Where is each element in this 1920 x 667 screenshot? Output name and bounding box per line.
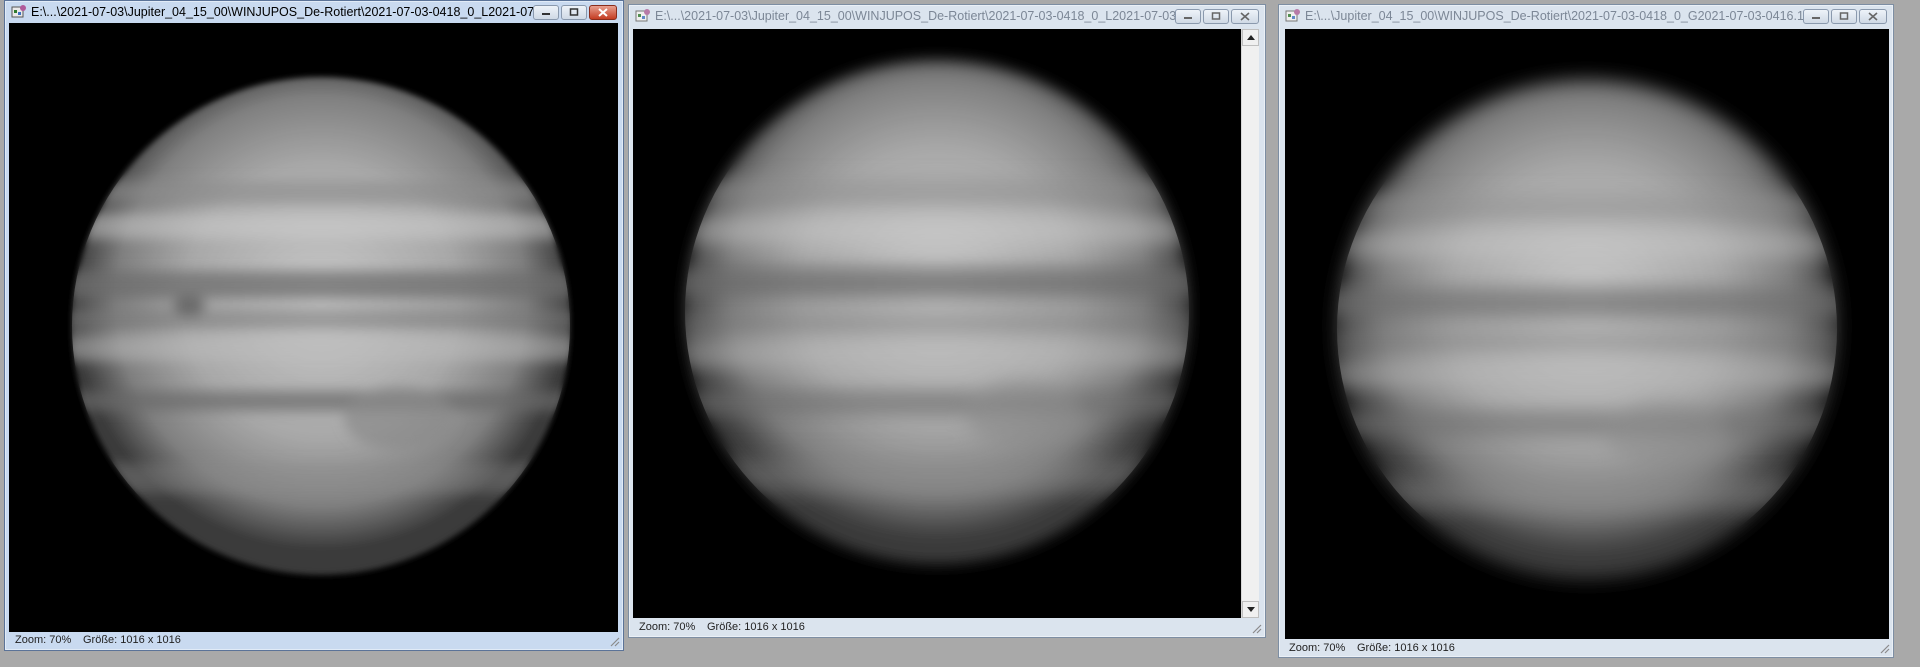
close-icon [1240,11,1250,21]
image-canvas[interactable] [1285,29,1889,639]
status-bar: Zoom: 70% Größe: 1016 x 1016 [5,631,623,649]
close-icon [598,7,608,17]
scroll-down-arrow-icon [1246,607,1255,612]
image-viewer-icon [1285,9,1300,22]
resize-grip-icon[interactable] [1880,644,1890,654]
scroll-down-button[interactable] [1242,601,1259,618]
maximize-button[interactable] [1203,8,1229,24]
maximize-icon [1839,12,1849,20]
zoom-level: Zoom: 70% [15,634,72,646]
image-size: Größe: 1016 x 1016 [707,621,805,633]
maximize-button[interactable] [1831,8,1857,24]
scroll-up-button[interactable] [1242,29,1259,46]
minimize-icon [542,13,550,15]
jupiter-image [685,60,1189,564]
window-title: E:\...\2021-07-03\Jupiter_04_15_00\WINJU… [655,9,1175,23]
status-bar: Zoom: 70% Größe: 1016 x 1016 [629,618,1265,636]
minimize-icon [1812,17,1820,19]
maximize-icon [1211,12,1221,20]
image-viewer-icon [11,5,26,18]
vertical-scrollbar[interactable] [1241,29,1259,618]
close-button[interactable] [1859,8,1887,24]
jupiter-image [1337,79,1837,579]
title-bar[interactable]: E:\...\2021-07-03\Jupiter_04_15_00\WINJU… [629,5,1265,27]
maximize-button[interactable] [561,4,587,20]
title-bar[interactable]: E:\...\Jupiter_04_15_00\WINJUPOS_De-Roti… [1279,5,1893,27]
close-icon [1868,11,1878,21]
minimize-button[interactable] [1803,8,1829,24]
maximize-icon [569,8,579,16]
window-title: E:\...\Jupiter_04_15_00\WINJUPOS_De-Roti… [1305,9,1803,23]
status-bar: Zoom: 70% Größe: 1016 x 1016 [1279,639,1893,657]
scroll-up-arrow-icon [1246,35,1255,40]
window-title: E:\...\2021-07-03\Jupiter_04_15_00\WINJU… [31,5,533,19]
image-window-1[interactable]: E:\...\2021-07-03\Jupiter_04_15_00\WINJU… [4,0,624,651]
minimize-button[interactable] [533,4,559,20]
jupiter-image [72,77,570,575]
image-window-2[interactable]: E:\...\2021-07-03\Jupiter_04_15_00\WINJU… [628,4,1266,638]
image-canvas[interactable] [633,29,1241,618]
zoom-level: Zoom: 70% [1289,642,1346,654]
minimize-button[interactable] [1175,8,1201,24]
resize-grip-icon[interactable] [610,637,620,647]
image-size: Größe: 1016 x 1016 [1357,642,1455,654]
image-canvas[interactable] [9,23,618,632]
minimize-icon [1184,17,1192,19]
image-viewer-icon [635,9,650,22]
image-window-3[interactable]: E:\...\Jupiter_04_15_00\WINJUPOS_De-Roti… [1278,4,1894,658]
zoom-level: Zoom: 70% [639,621,696,633]
title-bar[interactable]: E:\...\2021-07-03\Jupiter_04_15_00\WINJU… [5,1,623,23]
resize-grip-icon[interactable] [1252,624,1262,634]
close-button[interactable] [589,4,617,20]
close-button[interactable] [1231,8,1259,24]
image-size: Größe: 1016 x 1016 [83,634,181,646]
